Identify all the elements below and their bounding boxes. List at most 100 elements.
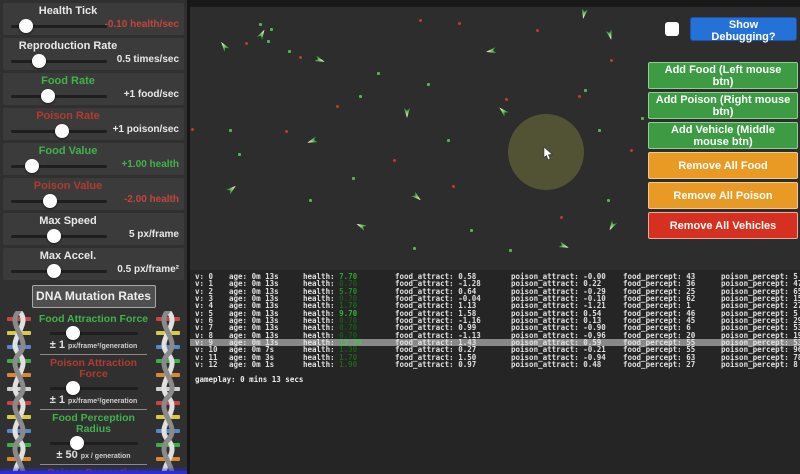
slider-value: +1 food/sec <box>97 89 179 100</box>
vehicle-triangle <box>607 220 617 232</box>
slider-track[interactable] <box>11 60 107 63</box>
show-debugging-button[interactable]: Show Debugging? <box>690 17 797 41</box>
remove-all-vehicles-button[interactable]: Remove All Vehicles <box>648 212 798 239</box>
slider-label: Max Speed <box>3 214 133 228</box>
slider-label: Health Tick <box>3 4 133 18</box>
console-row[interactable]: v: 12age: 0m 1shealth: 1.90food_attract:… <box>190 361 800 368</box>
poison-dot <box>505 98 508 101</box>
mutation-slider-label: Poison Attraction Force <box>38 358 150 380</box>
food-dot <box>509 249 512 252</box>
slider-handle[interactable] <box>43 194 57 208</box>
console-row[interactable]: v: 11age: 0m 3shealth: 1.70food_attract:… <box>190 354 800 361</box>
console-row[interactable]: v: 3age: 0m 13shealth: 0.70food_attract:… <box>190 295 800 302</box>
slider-value: +1.00 health <box>97 159 179 170</box>
settings-sidebar: Health Tick -0.10 health/sec Reproductio… <box>0 0 190 474</box>
console-row[interactable]: v: 4age: 0m 13shealth: 1.70food_attract:… <box>190 302 800 309</box>
mutation-slider-track[interactable] <box>50 387 138 390</box>
slider-handle[interactable] <box>19 19 33 33</box>
mutation-slider-track[interactable] <box>50 442 138 445</box>
poison-dot <box>419 19 422 22</box>
mutation-slider-track[interactable] <box>50 332 138 335</box>
vehicle-triangle <box>404 108 410 118</box>
slider-group-list: Health Tick -0.10 health/sec Reproductio… <box>0 3 187 280</box>
slider-value: 5 px/frame <box>97 229 179 240</box>
vehicle-triangle <box>580 9 588 20</box>
remove-all-food-button[interactable]: Remove All Food <box>648 152 798 179</box>
slider-label: Max Accel. <box>3 249 133 263</box>
console-cell: age: 0m 1s <box>229 361 303 368</box>
console-cell: food_percept: 27 <box>623 361 721 368</box>
dna-helix-icon <box>1 311 37 474</box>
slider-track[interactable] <box>11 25 107 28</box>
food-dot <box>413 247 416 250</box>
mutation-slider-value: ± 1 px/frame²/generation <box>40 394 147 410</box>
mutation-slider-handle[interactable] <box>66 326 80 340</box>
slider-track[interactable] <box>11 165 107 168</box>
console-row[interactable]: v: 8age: 0m 13shealth: 0.70food_attract:… <box>190 332 800 339</box>
slider-handle[interactable] <box>25 159 39 173</box>
food-dot <box>359 95 362 98</box>
slider-track[interactable] <box>11 130 107 133</box>
slider-handle[interactable] <box>55 124 69 138</box>
action-panel: Show Debugging? Add Food (Left mouse btn… <box>648 17 799 242</box>
health-value: 1.90 <box>339 360 357 369</box>
vehicle-triangle <box>257 28 267 40</box>
slider-track[interactable] <box>11 200 107 203</box>
food-dot <box>470 229 473 232</box>
poison-dot <box>630 149 633 152</box>
console-row[interactable]: v: 2age: 0m 13shealth: 5.70food_attract:… <box>190 288 800 295</box>
food-dot <box>584 89 587 92</box>
slider-handle[interactable] <box>47 229 61 243</box>
poison-dot <box>578 95 581 98</box>
console-cell: food_attract: 0.97 <box>395 361 511 368</box>
console-cell: v: 12 <box>195 361 229 368</box>
panel-button-list: Add Food (Left mouse btn) Add Poison (Rig… <box>648 62 799 239</box>
console-row[interactable]: v: 0age: 0m 13shealth: 7.70food_attract:… <box>190 273 800 280</box>
add-vehicle-button[interactable]: Add Vehicle (Middle mouse btn) <box>648 122 798 149</box>
poison-dot <box>336 105 339 108</box>
food-dot <box>288 50 291 53</box>
poison-dot <box>191 128 194 131</box>
poison-dot <box>245 42 248 45</box>
mouse-cursor-icon <box>543 146 554 166</box>
food-dot <box>352 177 355 180</box>
poison-dot <box>458 22 461 25</box>
mutation-slider-handle[interactable] <box>66 381 80 395</box>
slider-group-max-accel: Max Accel. 0.5 px/frame² <box>3 248 184 280</box>
mutation-slider-list: Food Attraction Force ± 1 px/frame²/gene… <box>36 311 151 474</box>
console-row[interactable]: v: 5age: 0m 13shealth: 9.70food_attract:… <box>190 310 800 317</box>
poison-dot <box>285 130 288 133</box>
console-row[interactable]: v: 1age: 0m 13shealth: 0.70food_attract:… <box>190 280 800 287</box>
vehicle-triangle <box>411 191 423 202</box>
console-row[interactable]: v: 6age: 0m 13shealth: 0.70food_attract:… <box>190 317 800 324</box>
food-dot <box>607 199 610 202</box>
slider-track[interactable] <box>11 270 107 273</box>
console-row[interactable]: v: 7age: 0m 13shealth: 0.70food_attract:… <box>190 324 800 331</box>
remove-all-poison-button[interactable]: Remove All Poison <box>648 182 798 209</box>
slider-track[interactable] <box>11 95 107 98</box>
food-dot <box>259 23 262 26</box>
show-debugging-checkbox[interactable] <box>665 22 679 36</box>
add-food-button[interactable]: Add Food (Left mouse btn) <box>648 62 798 89</box>
gameplay-timer: gameplay: 0 mins 13 secs <box>195 375 800 384</box>
slider-handle[interactable] <box>32 54 46 68</box>
vehicle-triangle <box>606 29 614 40</box>
slider-label: Poison Value <box>3 179 133 193</box>
slider-label: Reproduction Rate <box>3 39 133 53</box>
console-row-list: v: 0age: 0m 13shealth: 7.70food_attract:… <box>190 270 800 368</box>
slider-track[interactable] <box>11 235 107 238</box>
poison-dot <box>393 159 396 162</box>
food-dot <box>238 153 241 156</box>
slider-handle[interactable] <box>47 264 61 278</box>
console-row[interactable]: v: 10age: 0m 7shealth: 1.30food_attract:… <box>190 346 800 353</box>
console-row[interactable]: v: 9age: 0m 13shealth: 13.70food_attract… <box>190 339 800 346</box>
slider-value: -2.00 health <box>97 194 179 205</box>
slider-handle[interactable] <box>41 89 55 103</box>
slider-value: -0.10 health/sec <box>97 19 179 30</box>
food-dot <box>267 40 270 43</box>
food-dot <box>270 28 273 31</box>
add-poison-button[interactable]: Add Poison (Right mouse btn) <box>648 92 798 119</box>
console-cell: health: 1.90 <box>303 361 395 368</box>
console-cell: poison_percept: 8 <box>721 361 800 368</box>
mutation-slider-handle[interactable] <box>70 436 84 450</box>
